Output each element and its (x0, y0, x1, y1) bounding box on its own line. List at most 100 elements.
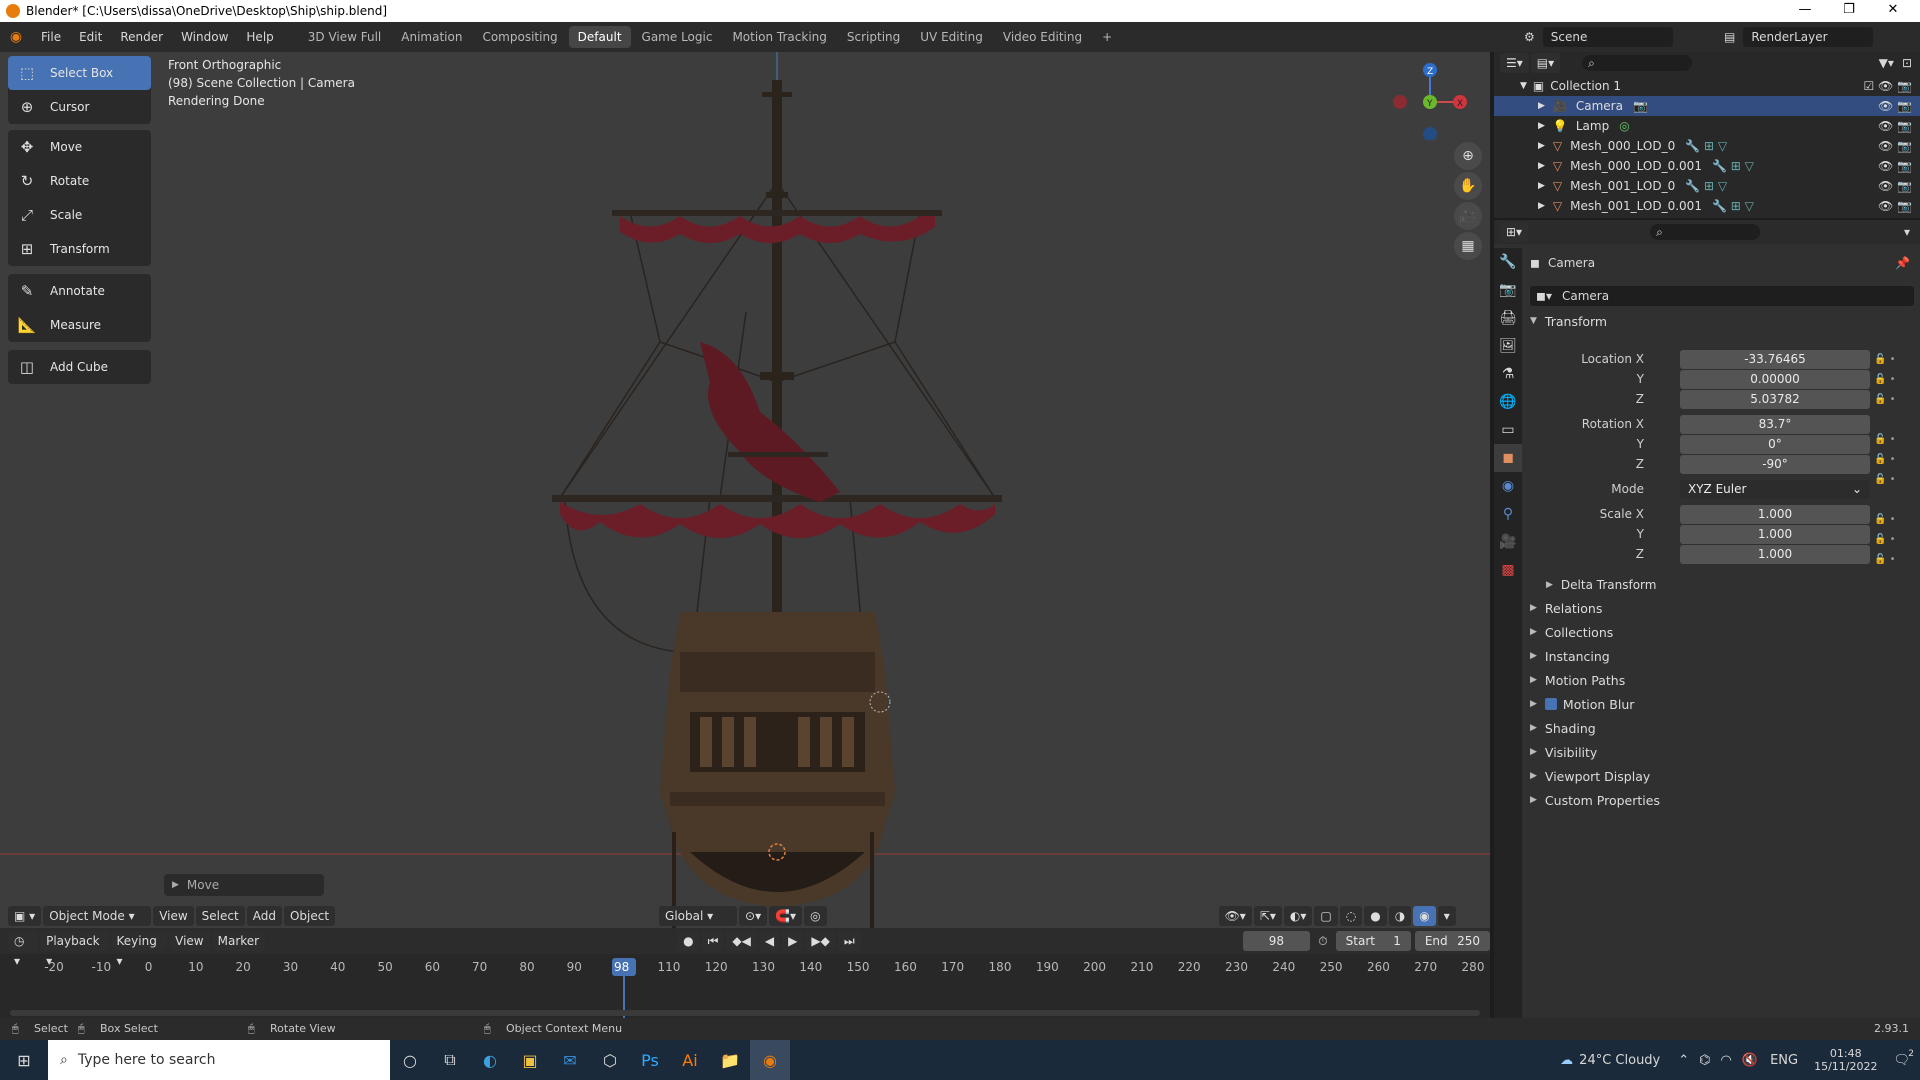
tool-tab-icon[interactable]: 🔧 (1494, 248, 1522, 276)
add-menu[interactable]: Add (246, 906, 282, 926)
restore-button[interactable]: ❐ (1826, 0, 1872, 22)
shading-options-icon[interactable]: ▾ (1437, 906, 1456, 926)
shading-wireframe-icon[interactable]: ◌ (1339, 906, 1363, 926)
illustrator-icon[interactable]: Ai (670, 1040, 710, 1080)
delta-transform-panel[interactable]: ▶ Delta Transform (1538, 574, 1920, 596)
view-menu[interactable]: View (153, 906, 194, 926)
tray-chevron-icon[interactable]: ⌃ (1678, 1053, 1689, 1068)
view-layer-tab-icon[interactable]: 🖼 (1494, 332, 1522, 360)
new-collection-icon[interactable]: ⊡ (1902, 56, 1912, 70)
constraints-tab-icon[interactable]: ⚲ (1494, 500, 1522, 528)
tool-transform[interactable]: ⊞ Transform (8, 232, 151, 266)
transform-orientation-select[interactable]: Global ▾ (659, 906, 738, 926)
object-mode-select[interactable]: Object Mode ▾ (43, 906, 152, 926)
blender-menu-icon[interactable]: ◉ (0, 29, 32, 45)
editor-type-icon[interactable]: ▣ ▾ (8, 906, 42, 926)
render-layer-selector[interactable]: ▤ RenderLayer (1724, 26, 1914, 48)
instancing-panel[interactable]: ▶ Instancing (1522, 645, 1920, 667)
scene-tab-icon[interactable]: ⚗ (1494, 360, 1522, 388)
file-explorer-icon[interactable]: 📁 (710, 1040, 750, 1080)
task-view-icon[interactable]: ⧉ (430, 1040, 470, 1080)
edge-icon[interactable]: ◐ (470, 1040, 510, 1080)
outliner-item-mesh-001-lod-0[interactable]: ▶ ▽ Mesh_001_LOD_0 🔧 ⊞ ▽ 👁 📷 (1494, 176, 1920, 196)
properties-editor-type-icon[interactable]: ⊞▾ (1500, 222, 1529, 242)
relations-panel[interactable]: ▶ Relations (1522, 597, 1920, 619)
outliner-editor-type-icon[interactable]: ☰▾ (1500, 53, 1529, 73)
proportional-edit-icon[interactable]: ◎ (804, 906, 827, 926)
rotation-x-field[interactable]: 83.7° (1680, 415, 1870, 434)
tab-motion-tracking[interactable]: Motion Tracking (723, 26, 835, 48)
expand-triangle-icon[interactable]: ▶ (1538, 121, 1545, 131)
minimize-button[interactable]: — (1782, 0, 1828, 22)
motion-blur-checkbox[interactable] (1544, 698, 1557, 710)
zoom-icon[interactable]: ⊕ (1454, 142, 1482, 170)
menu-window[interactable]: Window (172, 22, 237, 52)
rotation-mode-select[interactable]: XYZ Euler ⌄ (1680, 480, 1870, 499)
outliner-item-mesh-001-lod-0-001[interactable]: ▶ ▽ Mesh_001_LOD_0.001 🔧 ⊞ ▽ 👁 📷 (1494, 196, 1920, 216)
outliner-item-camera[interactable]: ▶ 🎥 Camera 📷 👁 📷 (1494, 96, 1920, 116)
add-workspace-button[interactable]: + (1093, 26, 1121, 48)
menu-render[interactable]: Render (111, 22, 172, 52)
collection-tab-icon[interactable]: ▭ (1494, 416, 1522, 444)
store-icon[interactable]: ▣ (510, 1040, 550, 1080)
navigation-gizmo[interactable]: Z Y X (1390, 60, 1470, 140)
collapse-triangle-icon[interactable]: ▼ (1520, 81, 1527, 91)
motion-paths-panel[interactable]: ▶ Motion Paths (1522, 669, 1920, 691)
pan-hand-icon[interactable]: ✋ (1454, 172, 1482, 200)
shading-solid-icon[interactable]: ● (1364, 906, 1387, 926)
visibility-toggle[interactable]: 👁 📷 (1878, 199, 1912, 213)
notifications-icon[interactable]: 🗨 2 (1893, 1049, 1914, 1068)
mail-icon[interactable]: ✉ (550, 1040, 590, 1080)
expand-triangle-icon[interactable]: ▶ (1538, 201, 1545, 211)
expand-triangle-icon[interactable]: ▶ (1538, 101, 1545, 111)
tab-uv-editing[interactable]: UV Editing (911, 26, 992, 48)
tab-compositing[interactable]: Compositing (473, 26, 566, 48)
location-x-field[interactable]: -33.76465 (1680, 350, 1870, 369)
gizmo-toggle-icon[interactable]: ⇱▾ (1253, 906, 1282, 926)
tab-video-editing[interactable]: Video Editing (994, 26, 1091, 48)
lock-toggles[interactable]: 🔓 • 🔓 • 🔓 • 🔓 • 🔓 • 🔓 • 🔓 • 🔓 • 🔓 • (1874, 350, 1914, 570)
expand-triangle-icon[interactable]: ▶ (1538, 181, 1545, 191)
unity-icon[interactable]: ⬡ (590, 1040, 630, 1080)
scene-name[interactable]: Scene (1542, 27, 1673, 47)
rotation-z-field[interactable]: -90° (1680, 455, 1870, 474)
object-name-field[interactable]: ◼▾ Camera (1530, 286, 1914, 306)
expand-triangle-icon[interactable]: ▶ (1538, 161, 1545, 171)
3d-viewport[interactable]: Front Orthographic (98) Scene Collection… (0, 52, 1490, 928)
rotation-y-field[interactable]: 0° (1680, 435, 1870, 454)
shading-panel[interactable]: ▶ Shading (1522, 717, 1920, 739)
custom-properties-panel[interactable]: ▶ Custom Properties (1522, 789, 1920, 811)
world-tab-icon[interactable]: 🌐 (1494, 388, 1522, 416)
volume-icon[interactable]: 🔇 (1742, 1053, 1758, 1068)
visibility-toggle[interactable]: 👁 📷 (1878, 139, 1912, 153)
pivot-point-icon[interactable]: ⊙▾ (739, 906, 768, 926)
properties-search-input[interactable]: ⌕ (1650, 224, 1761, 240)
transform-panel-header[interactable]: ▼ Transform (1522, 310, 1920, 332)
tool-move[interactable]: ✥ Move (8, 130, 151, 164)
tab-game-logic[interactable]: Game Logic (633, 26, 722, 48)
weather-text[interactable]: 24°C Cloudy (1579, 1053, 1660, 1068)
object-data-tab-icon[interactable]: 🎥 (1494, 528, 1522, 556)
close-button[interactable]: ✕ (1870, 0, 1916, 22)
visibility-panel[interactable]: ▶ Visibility (1522, 741, 1920, 763)
tool-add-cube[interactable]: ◫ Add Cube (8, 350, 151, 384)
outliner-panel[interactable]: ☰▾ ▤▾ ⌕ ▼▾ ⊡ ▼ ▣ Collection 1 ☑ 👁 📷 ▶ 🎥 … (1494, 52, 1920, 218)
scale-y-field[interactable]: 1.000 (1680, 525, 1870, 544)
blender-taskbar-icon[interactable]: ◉ (750, 1040, 790, 1080)
tool-annotate[interactable]: ✎ Annotate (8, 274, 151, 308)
taskbar-search-box[interactable]: ⌕ Type here to search (48, 1040, 390, 1080)
tab-animation[interactable]: Animation (392, 26, 471, 48)
menu-help[interactable]: Help (237, 22, 282, 52)
location-y-field[interactable]: 0.00000 (1680, 370, 1870, 389)
expand-triangle-icon[interactable]: ▶ (1538, 141, 1545, 151)
collections-panel[interactable]: ▶ Collections (1522, 621, 1920, 643)
visibility-toggle[interactable]: 👁 📷 (1878, 159, 1912, 173)
shading-rendered-icon[interactable]: ◉ (1413, 906, 1436, 926)
visibility-toggle[interactable]: 👁 📷 (1878, 99, 1912, 113)
display-mode-icon[interactable]: ▤▾ (1530, 53, 1561, 73)
texture-tab-icon[interactable]: ▩ (1494, 556, 1522, 584)
timeline-editor[interactable]: ◷ ▾ Playback ▾ Keying ▾ View Marker ● ⏮ … (0, 928, 1491, 1026)
pin-icon[interactable]: 📌 (1895, 256, 1910, 270)
overlay-toggle-icon[interactable]: ◐▾ (1283, 906, 1313, 926)
properties-editor[interactable]: ⊞▾ ⌕ ▾ 🔧 📷 🖨 🖼 ⚗ 🌐 ▭ ◼ ◉ ⚲ 🎥 ▩ ◼ Camera … (1494, 220, 1920, 1018)
